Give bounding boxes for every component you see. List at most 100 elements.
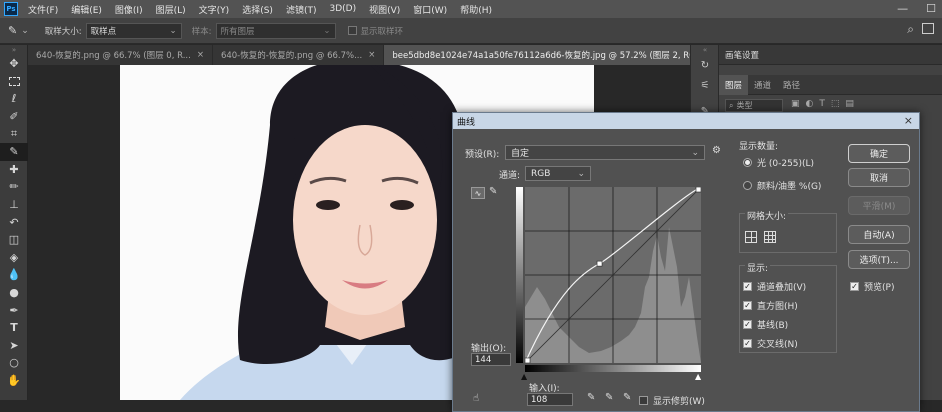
histogram-checkbox[interactable]: ✓ 直方图(H) (743, 299, 798, 312)
curve-control-point (596, 260, 603, 267)
channel-overlay-label: 通道叠加(V) (757, 283, 807, 293)
crop-tool-icon[interactable]: ⌗ (0, 125, 28, 143)
tab-channels[interactable]: 通道 (748, 75, 777, 95)
simple-grid-icon[interactable] (745, 231, 757, 243)
dodge-tool-icon[interactable]: ● (0, 284, 28, 302)
menu-window[interactable]: 窗口(W) (413, 3, 447, 16)
minimize-icon[interactable]: — (897, 2, 908, 15)
black-point-slider-icon[interactable]: ▲ (521, 372, 527, 381)
preset-select[interactable]: 自定 ⌄ (505, 145, 705, 160)
tab-document-2[interactable]: 640-恢复的-恢复的.png @ 66.7%... × (213, 45, 385, 65)
curve-graph[interactable] (525, 187, 701, 363)
document-tabs: 640-恢复的.png @ 66.7% (图层 0, R... × 640-恢复… (28, 45, 750, 65)
tab-paths[interactable]: 路径 (777, 75, 806, 95)
layer-filter-select[interactable]: ⌕ 类型 (725, 99, 783, 112)
brush-tool-icon[interactable]: ✏ (0, 178, 28, 196)
clone-stamp-tool-icon[interactable]: ⊥ (0, 196, 28, 214)
show-clipping-checkbox[interactable]: 显示修剪(W) (639, 394, 705, 407)
path-selection-tool-icon[interactable]: ➤ (0, 337, 28, 355)
ellipse-tool-icon[interactable]: ○ (0, 354, 28, 372)
menu-select[interactable]: 选择(S) (242, 3, 273, 16)
detailed-grid-icon[interactable] (764, 231, 776, 243)
adjustment-filter-icon[interactable]: ◐ (806, 99, 814, 109)
paint-bucket-tool-icon[interactable]: ◈ (0, 249, 28, 267)
adjustments-panel-icon[interactable]: ⚟ (691, 75, 719, 95)
white-point-slider-icon[interactable]: ▲ (695, 372, 701, 381)
menu-edit[interactable]: 编辑(E) (71, 3, 102, 16)
smooth-button[interactable]: 平滑(M) (848, 196, 910, 215)
intersection-line-checkbox[interactable]: ✓ 交叉线(N) (743, 337, 798, 350)
smart-filter-icon[interactable]: ▤ (845, 99, 854, 109)
move-tool-icon[interactable]: ✥ (0, 55, 28, 73)
healing-brush-tool-icon[interactable]: ✚ (0, 161, 28, 179)
type-tool-icon[interactable]: T (0, 319, 28, 337)
eraser-tool-icon[interactable]: ◫ (0, 231, 28, 249)
menu-3d[interactable]: 3D(D) (329, 4, 356, 14)
dialog-title: 曲线 (457, 117, 476, 128)
cancel-button[interactable]: 取消 (848, 168, 910, 187)
pencil-icon[interactable]: ✎ (489, 186, 497, 197)
preview-checkbox[interactable]: ✓ 预览(P) (850, 280, 894, 293)
baseline-checkbox[interactable]: ✓ 基线(B) (743, 318, 788, 331)
eyedropper-icon[interactable]: ✎ (8, 24, 17, 37)
auto-button[interactable]: 自动(A) (848, 225, 910, 244)
search-icon[interactable]: ⌕ (907, 22, 914, 37)
workspace-icon[interactable] (922, 23, 934, 34)
close-icon[interactable]: × (904, 114, 913, 127)
pixel-filter-icon[interactable]: ▣ (791, 99, 800, 109)
type-filter-icon[interactable]: T (819, 99, 825, 109)
sample-select[interactable]: 所有图层 ⌄ (215, 22, 336, 39)
history-panel-icon[interactable]: ↻ (691, 55, 719, 75)
hand-adjust-tool-icon[interactable]: ☝ (473, 393, 479, 404)
tab-layers[interactable]: 图层 (719, 74, 749, 95)
channel-select[interactable]: RGB ⌄ (525, 166, 591, 181)
light-radio[interactable]: 光 (0-255)(L) (743, 156, 814, 169)
hand-tool-icon[interactable]: ✋ (0, 372, 28, 390)
menu-file[interactable]: 文件(F) (28, 3, 58, 16)
blur-tool-icon[interactable]: 💧 (0, 266, 28, 284)
white-eyedropper-icon[interactable]: ✎ (623, 392, 631, 403)
tab-document-1[interactable]: 640-恢复的.png @ 66.7% (图层 0, R... × (28, 45, 213, 65)
black-eyedropper-icon[interactable]: ✎ (587, 392, 595, 403)
menu-layer[interactable]: 图层(L) (156, 3, 186, 16)
radio-dot (743, 158, 752, 167)
menu-image[interactable]: 图像(I) (115, 3, 143, 16)
chevron-down-icon: ⌄ (691, 147, 699, 158)
shape-filter-icon[interactable]: ⬚ (831, 99, 840, 109)
options-button[interactable]: 选项(T)... (848, 250, 910, 269)
menu-type[interactable]: 文字(Y) (199, 3, 230, 16)
lasso-tool-icon[interactable]: ℓ (0, 90, 28, 108)
sample-size-select[interactable]: 取样点 ⌄ (85, 22, 182, 39)
show-ring-checkbox[interactable] (347, 26, 357, 35)
quick-select-tool-icon[interactable]: ✐ (0, 108, 28, 126)
ok-button[interactable]: 确定 (848, 144, 910, 163)
pigment-option-label: 颜料/油墨 %(G) (757, 182, 822, 192)
menu-filter[interactable]: 滤镜(T) (286, 3, 317, 16)
maximize-icon[interactable]: ☐ (926, 2, 936, 15)
output-field[interactable]: 144 (471, 353, 511, 366)
photoshop-logo-icon: Ps (4, 2, 18, 16)
curve-point-tool-icon[interactable]: ∿ (471, 187, 485, 199)
input-gradient-bar (525, 365, 701, 372)
preset-options-gear-icon[interactable]: ⚙ (712, 145, 721, 156)
close-icon[interactable]: × (197, 50, 204, 60)
menu-help[interactable]: 帮助(H) (460, 3, 492, 16)
gray-eyedropper-icon[interactable]: ✎ (605, 392, 613, 403)
checkbox-checked-icon: ✓ (743, 320, 752, 329)
curve-end-point (695, 187, 701, 193)
menu-view[interactable]: 视图(V) (369, 3, 400, 16)
history-brush-tool-icon[interactable]: ↶ (0, 213, 28, 231)
brush-settings-title[interactable]: 画笔设置 (725, 49, 759, 61)
collapse-icon[interactable]: « (691, 45, 719, 55)
grid-size-label: 网格大小: (745, 209, 789, 222)
eyedropper-tool-icon[interactable]: ✎ (0, 142, 28, 161)
channel-overlay-checkbox[interactable]: ✓ 通道叠加(V) (743, 280, 806, 293)
marquee-tool-icon[interactable] (0, 73, 28, 91)
toolbar-collapse-icon[interactable]: » (0, 45, 28, 55)
pen-tool-icon[interactable]: ✒ (0, 301, 28, 319)
dialog-titlebar[interactable]: 曲线 (453, 113, 919, 129)
close-icon[interactable]: × (368, 50, 375, 60)
pigment-radio[interactable]: 颜料/油墨 %(G) (743, 179, 821, 192)
tool-preset-chevron-icon[interactable]: ⌄ (21, 26, 29, 36)
tab-label: bee5dbd8e1024e74a1a50fe76112a6d6-恢复的.jpg… (392, 51, 728, 61)
